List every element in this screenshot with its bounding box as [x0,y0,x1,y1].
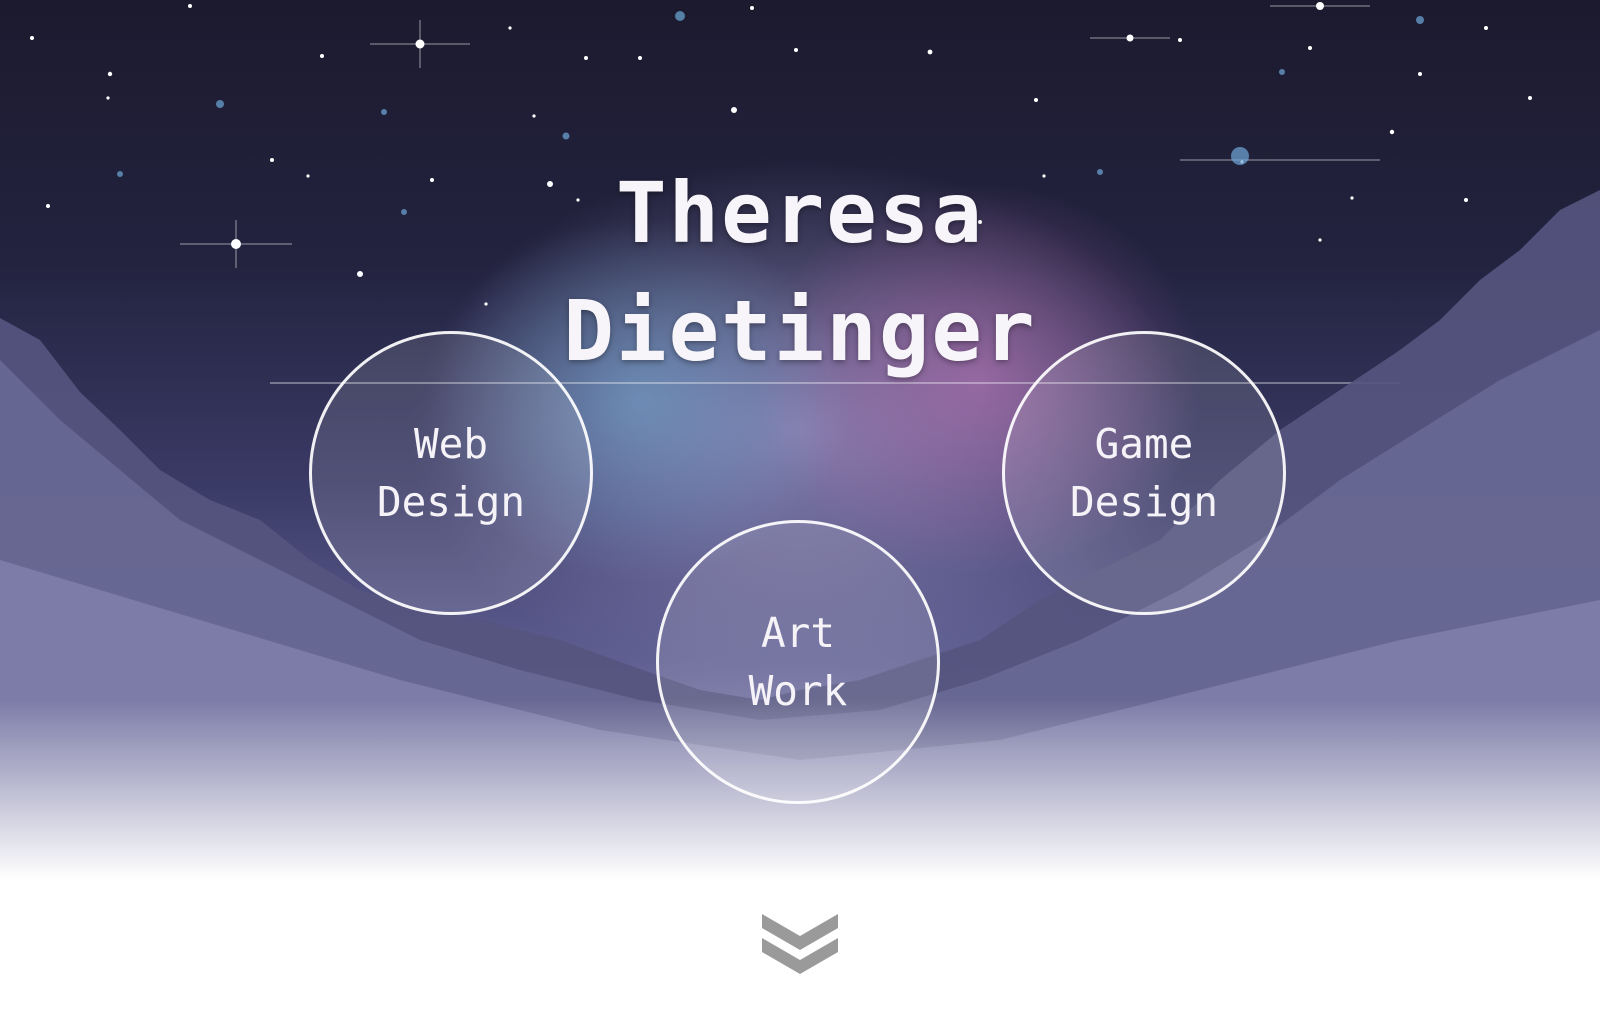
web-design-label: Web Design [376,420,526,526]
scroll-down-button[interactable] [762,910,838,974]
title-last-name: Dietinger [563,282,1037,381]
art-work-label: Art Work [748,609,848,715]
double-chevron-down-icon [762,914,838,974]
page-title: Theresa Dietinger [0,154,1600,390]
web-design-link[interactable]: Web Design [309,331,593,615]
title-first-name: Theresa [615,164,984,263]
game-design-link[interactable]: Game Design [1002,331,1286,615]
art-work-link[interactable]: Art Work [656,520,940,804]
game-design-label: Game Design [1069,420,1219,526]
